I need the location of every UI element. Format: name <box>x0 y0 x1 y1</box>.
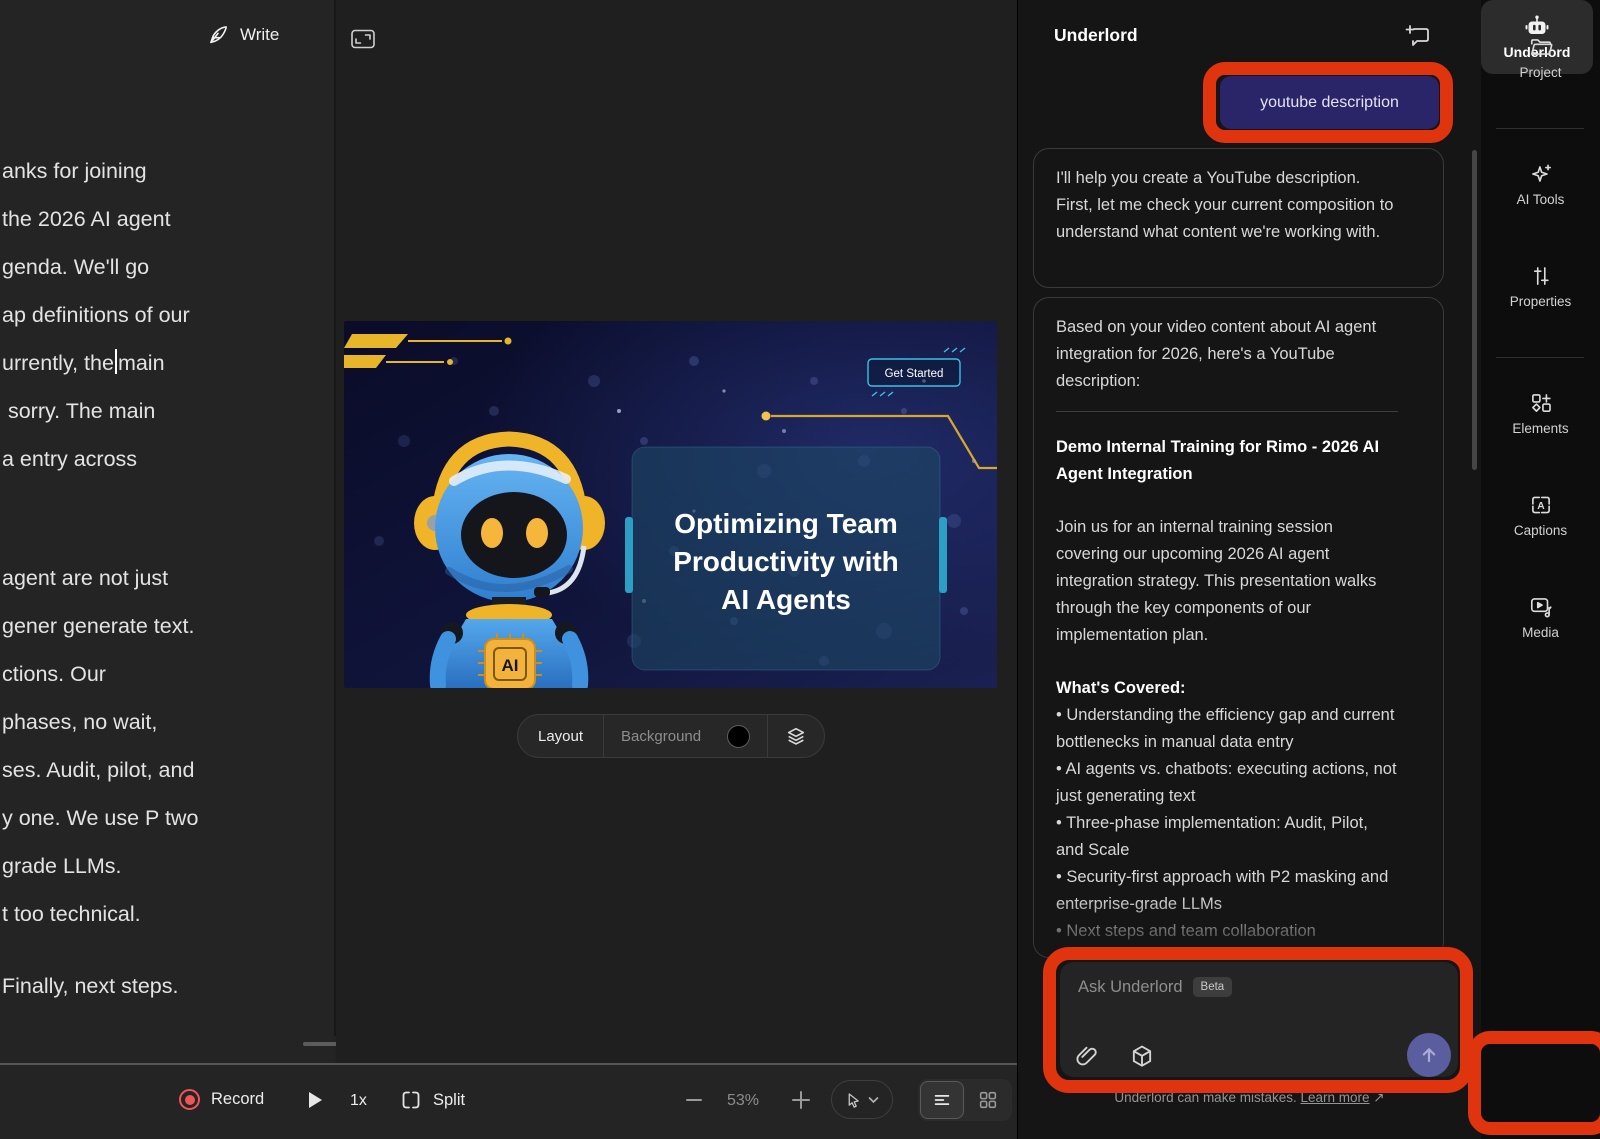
record-label: Record <box>211 1090 264 1109</box>
sidebar-item-captions[interactable]: A Captions <box>1481 492 1600 538</box>
sidebar-label: Properties <box>1510 294 1572 309</box>
split-button[interactable]: Split <box>400 1089 465 1111</box>
learn-more-link[interactable]: Learn more <box>1300 1090 1369 1105</box>
zoom-out-button[interactable] <box>684 1090 704 1110</box>
script-view-button[interactable] <box>920 1081 964 1119</box>
slide-title-panel: Optimizing Team Productivity with AI Age… <box>625 447 947 670</box>
sidebar-label: Project <box>1519 65 1561 80</box>
sidebar-divider <box>1496 128 1584 129</box>
zoom-level[interactable]: 53% <box>712 1092 774 1110</box>
user-message-youtube-description[interactable]: youtube description <box>1220 76 1439 129</box>
ask-underlord-input[interactable]: Ask Underlord Beta <box>1060 962 1458 1077</box>
input-placeholder: Ask Underlord Beta <box>1078 977 1232 997</box>
text-caret <box>115 349 117 374</box>
play-button[interactable] <box>306 1090 324 1110</box>
reply-bullet: • Understanding the efficiency gap and c… <box>1056 702 1398 756</box>
script-panel: Write anks for joining the 2026 AI agent… <box>0 0 334 1139</box>
beta-badge: Beta <box>1193 977 1233 997</box>
send-arrow-icon <box>1417 1043 1441 1067</box>
shapes-plus-icon <box>1528 390 1554 416</box>
speed-label: 1x <box>350 1092 367 1110</box>
tools-cube-button[interactable] <box>1128 1043 1156 1071</box>
layout-label: Layout <box>538 728 583 745</box>
svg-text:AI: AI <box>502 656 519 675</box>
reply-intro: Based on your video content about AI age… <box>1056 314 1398 395</box>
canvas-area: Get Started Optimizing Team Productivity… <box>336 0 1017 1063</box>
sliders-icon <box>1528 263 1554 289</box>
write-label: Write <box>240 25 279 45</box>
disclaimer-text: Underlord can make mistakes. Learn more … <box>1018 1090 1481 1106</box>
reply-divider <box>1056 411 1398 412</box>
layout-button[interactable]: Layout <box>518 715 603 757</box>
assistant-message: I'll help you create a YouTube descripti… <box>1033 148 1444 288</box>
split-label: Split <box>433 1091 465 1110</box>
split-icon <box>400 1089 422 1111</box>
reply-bullet: • Next steps and team collaboration <box>1056 918 1398 945</box>
grid-view-button[interactable] <box>966 1081 1010 1119</box>
play-icon <box>306 1090 324 1110</box>
sidebar-label: Captions <box>1514 523 1567 538</box>
sidebar-item-project[interactable]: Project <box>1481 34 1600 80</box>
underlord-panel: Underlord youtube description I'll help … <box>1017 0 1481 1139</box>
media-icon <box>1528 594 1554 620</box>
app-window: Write anks for joining the 2026 AI agent… <box>0 0 1600 1139</box>
playback-speed-button[interactable]: 1x <box>350 1092 367 1110</box>
svg-text:AI Agents: AI Agents <box>721 584 851 615</box>
sparkle-plus-icon <box>1528 161 1554 187</box>
svg-text:Productivity with: Productivity with <box>673 546 899 577</box>
panel-title: Underlord <box>1054 25 1138 46</box>
sidebar-item-ai-tools[interactable]: AI Tools <box>1481 161 1600 207</box>
attach-file-button[interactable] <box>1073 1042 1101 1070</box>
cube-icon <box>1128 1043 1156 1071</box>
reply-bullet: • AI agents vs. chatbots: executing acti… <box>1056 756 1398 810</box>
captions-icon: A <box>1528 492 1554 518</box>
cursor-icon <box>845 1091 862 1109</box>
view-toggle-group <box>918 1079 1012 1121</box>
background-color-swatch[interactable] <box>727 725 750 748</box>
reply-covered-heading: What's Covered: <box>1056 675 1398 702</box>
sidebar-item-elements[interactable]: Elements <box>1481 390 1600 436</box>
sidebar-label: Media <box>1522 625 1559 640</box>
reply-heading: Demo Internal Training for Rimo - 2026 A… <box>1056 434 1398 488</box>
new-chat-icon[interactable] <box>1403 22 1433 52</box>
external-link-arrow: ↗ <box>1373 1090 1384 1105</box>
reply-body: Join us for an internal training session… <box>1056 514 1398 649</box>
fit-canvas-icon[interactable] <box>349 26 377 52</box>
background-label: Background <box>621 728 701 745</box>
folder-icon <box>1528 34 1554 60</box>
reply-bullet: • Security-first approach with P2 maskin… <box>1056 864 1398 918</box>
background-button[interactable]: Background <box>603 715 767 757</box>
sidebar-item-properties[interactable]: Properties <box>1481 263 1600 309</box>
record-button[interactable]: Record <box>179 1089 264 1110</box>
record-icon <box>179 1089 200 1110</box>
layers-button[interactable] <box>767 715 824 757</box>
svg-text:Get Started: Get Started <box>885 368 944 380</box>
slide-toolbar: Layout Background <box>517 714 825 758</box>
sidebar-divider <box>1496 357 1584 358</box>
svg-text:Optimizing Team: Optimizing Team <box>674 508 898 539</box>
paperclip-icon <box>1073 1042 1101 1070</box>
sidebar-item-media[interactable]: Media <box>1481 594 1600 640</box>
zoom-in-button[interactable] <box>789 1088 813 1112</box>
video-preview[interactable]: Get Started Optimizing Team Productivity… <box>344 321 997 688</box>
svg-text:A: A <box>1537 501 1545 512</box>
send-button[interactable] <box>1407 1033 1451 1077</box>
right-sidebar: Project AI Tools Properties <box>1481 0 1600 1139</box>
assistant-message: Based on your video content about AI age… <box>1033 297 1444 958</box>
reply-bullet: • Three-phase implementation: Audit, Pil… <box>1056 810 1398 864</box>
sidebar-label: AI Tools <box>1517 192 1565 207</box>
layers-icon <box>785 725 807 747</box>
quill-icon <box>205 22 231 48</box>
sidebar-label: Elements <box>1512 421 1568 436</box>
chevron-down-icon <box>868 1096 879 1104</box>
write-button[interactable]: Write <box>205 22 279 48</box>
pointer-tool-dropdown[interactable] <box>831 1080 893 1119</box>
chat-scrollbar[interactable] <box>1472 150 1477 470</box>
